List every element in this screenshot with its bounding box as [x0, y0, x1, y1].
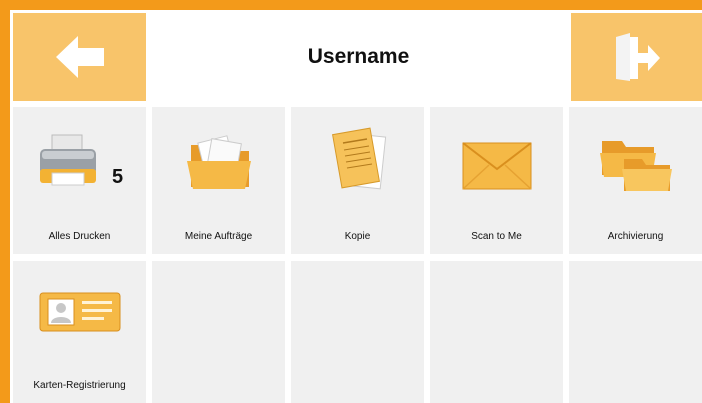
printer-icon	[39, 134, 96, 186]
tile-label: Alles Drucken	[48, 231, 111, 242]
folders-icon	[599, 141, 672, 191]
document-copy-icon	[331, 127, 386, 190]
id-card-icon	[39, 292, 120, 332]
back-button[interactable]	[13, 13, 146, 101]
empty-tile	[569, 261, 702, 403]
tile-copy[interactable]: Kopie	[291, 107, 424, 254]
tile-label: Karten-Registrierung	[33, 380, 126, 391]
folder-documents-icon	[186, 135, 251, 189]
page-title: Username	[307, 45, 410, 68]
tile-print-all[interactable]: 5 Alles Drucken	[13, 107, 146, 254]
tile-my-jobs[interactable]: Meine Aufträge	[152, 107, 285, 254]
door-exit-icon	[615, 33, 660, 81]
empty-tile	[291, 261, 424, 403]
arrow-left-icon	[55, 36, 104, 78]
empty-tile	[152, 261, 285, 403]
tile-label: Scan to Me	[471, 231, 522, 242]
tile-scan-to-me[interactable]: Scan to Me	[430, 107, 563, 254]
logout-button[interactable]	[571, 13, 702, 101]
tile-archiving[interactable]: Archivierung	[569, 107, 702, 254]
print-count-badge: 5	[112, 166, 124, 188]
tile-label: Meine Aufträge	[184, 231, 253, 242]
tile-card-registration[interactable]: Karten-Registrierung	[13, 261, 146, 403]
tile-label: Archivierung	[607, 231, 664, 242]
tile-label: Kopie	[344, 231, 371, 242]
envelope-icon	[461, 142, 532, 190]
header-bar: Username	[10, 10, 702, 101]
empty-tile	[430, 261, 563, 403]
main-frame: Username 5 Alles Drucken Meine Aufträge …	[10, 10, 702, 403]
